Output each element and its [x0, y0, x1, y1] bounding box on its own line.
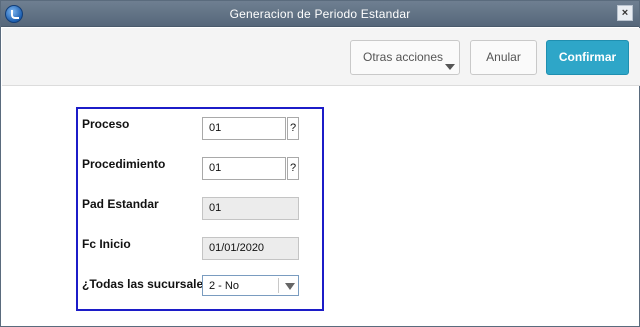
select-value: 2 - No	[209, 280, 239, 292]
anular-button[interactable]: Anular	[470, 40, 537, 75]
fc-inicio-field: 01/01/2020	[202, 237, 299, 260]
close-button[interactable]: ×	[617, 5, 633, 21]
todas-sucursales-label: ¿Todas las sucursales	[82, 277, 202, 291]
toolbar: Otras acciones Anular Confirmar	[2, 28, 640, 86]
otras-acciones-label: Otras acciones	[363, 50, 444, 64]
procedimiento-input[interactable]: 01	[202, 157, 286, 180]
proceso-lookup-button[interactable]: ?	[287, 117, 299, 140]
select-divider	[278, 278, 279, 293]
todas-sucursales-select[interactable]: 2 - No	[202, 275, 299, 296]
close-icon: ×	[621, 7, 629, 19]
otras-acciones-button[interactable]: Otras acciones	[350, 40, 460, 75]
title-bar[interactable]: Generacion de Periodo Estandar ×	[1, 1, 639, 27]
pad-estandar-label: Pad Estandar	[82, 197, 159, 211]
procedimiento-lookup-button[interactable]: ?	[287, 157, 299, 180]
window-title: Generacion de Periodo Estandar	[229, 7, 411, 21]
procedimiento-label: Procedimiento	[82, 157, 166, 171]
proceso-label: Proceso	[82, 117, 130, 131]
fc-inicio-label: Fc Inicio	[82, 237, 131, 251]
pad-estandar-field: 01	[202, 197, 299, 220]
caret-down-icon	[445, 64, 455, 70]
dialog-window: Generacion de Periodo Estandar × Otras a…	[0, 0, 640, 327]
proceso-input[interactable]: 01	[202, 117, 286, 140]
confirmar-button[interactable]: Confirmar	[546, 40, 629, 75]
chevron-down-icon[interactable]	[285, 283, 295, 290]
